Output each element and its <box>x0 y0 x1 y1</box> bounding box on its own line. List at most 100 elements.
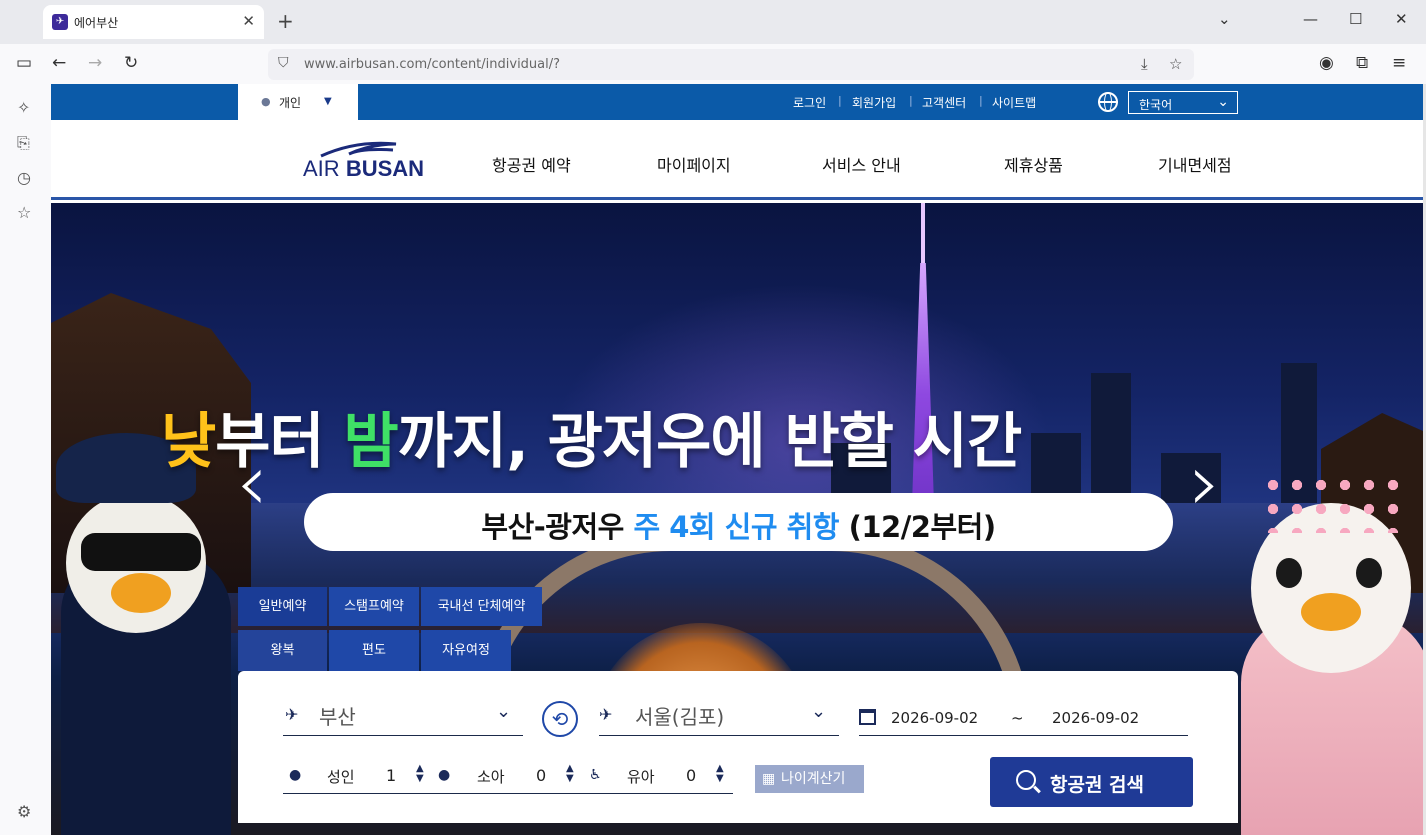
separator: | <box>838 94 842 107</box>
swap-cities-icon[interactable]: ⟲ <box>542 701 578 737</box>
nav-services[interactable]: 서비스 안내 <box>822 152 901 176</box>
carousel-prev-icon[interactable]: ‹ <box>236 443 268 523</box>
calendar-icon[interactable] <box>859 709 876 725</box>
adult-person-icon: ● <box>289 767 302 783</box>
tab-list-chevron-icon[interactable]: ⌄ <box>1218 10 1231 28</box>
menu-icon[interactable]: ≡ <box>1392 53 1406 73</box>
destination-chevron-down-icon[interactable]: ⌄ <box>811 701 826 722</box>
infant-label: 유아 <box>627 768 655 786</box>
nav-mypage[interactable]: 마이페이지 <box>657 152 731 176</box>
adult-label: 성인 <box>327 768 355 786</box>
logo-text: AIR BUSAN <box>303 156 425 181</box>
tab-close-icon[interactable]: ✕ <box>242 12 255 30</box>
tab-stamp-booking[interactable]: 스탬프예약 <box>329 587 419 626</box>
infant-stepper[interactable]: ▲ ▼ <box>716 764 724 784</box>
stroller-icon: ♿ <box>589 767 602 783</box>
depart-date[interactable]: 2026-09-02 <box>891 709 978 727</box>
hero-headline: 낮부터 밤까지, 광저우에 반할 시간 <box>161 407 1022 477</box>
date-underline <box>859 735 1188 736</box>
hanfu-penguin-mascot <box>1231 463 1423 835</box>
new-tab-icon[interactable]: + <box>277 9 294 33</box>
bookmark-star-icon[interactable]: ☆ <box>1169 55 1182 73</box>
child-stepper[interactable]: ▲ ▼ <box>566 764 574 784</box>
synced-tabs-icon[interactable]: ⎘ <box>17 133 30 153</box>
carousel-next-icon[interactable]: › <box>1189 443 1221 523</box>
browser-tab-active[interactable]: ✈ 에어부산 ✕ <box>43 5 264 39</box>
airbusan-favicon-icon: ✈ <box>52 14 68 30</box>
departure-plane-icon: ✈ <box>285 705 299 724</box>
tab-group-booking[interactable]: 국내선 단체예약 <box>421 587 542 626</box>
nav-booking[interactable]: 항공권 예약 <box>492 152 571 176</box>
child-person-icon: ● <box>438 767 451 783</box>
caret-down-icon: ▼ <box>324 96 332 107</box>
url-text[interactable]: www.airbusan.com/content/individual/? <box>304 57 560 72</box>
origin-chevron-down-icon[interactable]: ⌄ <box>496 701 511 722</box>
pilot-penguin-mascot <box>51 433 231 835</box>
globe-icon <box>1098 92 1118 112</box>
reload-icon[interactable]: ↻ <box>124 53 138 73</box>
customer-center-link[interactable]: 고객센터 <box>922 94 966 111</box>
browser-toolbar: ▭ ← → ↻ ⛉ www.airbusan.com/content/indiv… <box>0 44 1426 84</box>
address-bar[interactable]: ⛉ www.airbusan.com/content/individual/? … <box>268 49 1194 80</box>
infant-count[interactable]: 0 <box>686 766 696 785</box>
login-link[interactable]: 로그인 <box>793 94 826 111</box>
minimize-icon[interactable]: — <box>1303 10 1318 28</box>
nav-partners[interactable]: 제휴상품 <box>1004 152 1063 176</box>
separator: | <box>979 94 983 107</box>
history-icon[interactable]: ◷ <box>17 168 31 187</box>
sidebar-toggle-icon[interactable]: ▭ <box>16 53 32 73</box>
language-select[interactable]: 한국어 ⌄ <box>1128 91 1238 114</box>
signup-link[interactable]: 회원가입 <box>852 94 896 111</box>
hero-subtitle: 부산-광저우 주 4회 신규 취항 (12/2부터) <box>481 510 996 544</box>
forward-icon[interactable]: → <box>88 53 102 73</box>
separator: | <box>909 94 913 107</box>
return-date[interactable]: 2026-09-02 <box>1052 709 1139 727</box>
adult-count[interactable]: 1 <box>386 766 396 785</box>
date-separator: ~ <box>1011 709 1024 727</box>
flight-search-button[interactable]: 항공권 검색 <box>990 757 1193 807</box>
flight-search-label: 항공권 검색 <box>1050 774 1145 796</box>
airbusan-logo[interactable]: AIR BUSAN <box>301 138 431 182</box>
destination-underline <box>599 735 839 736</box>
canton-tower-spire <box>921 203 925 268</box>
arrival-plane-icon: ✈ <box>599 705 613 724</box>
chevron-down-icon: ⌄ <box>1217 94 1229 110</box>
page-viewport: ● 개인 ▼ 로그인 | 회원가입 | 고객센터 | 사이트맵 한국어 ⌄ AI… <box>51 84 1423 835</box>
tab-oneway[interactable]: 편도 <box>329 630 419 671</box>
tab-multicity[interactable]: 자유여정 <box>421 630 511 671</box>
browser-tabbar: ✈ 에어부산 ✕ + ⌄ — ☐ ✕ <box>0 0 1426 44</box>
tab-general-booking[interactable]: 일반예약 <box>238 587 327 626</box>
maximize-icon[interactable]: ☐ <box>1349 10 1362 28</box>
ai-chat-icon[interactable]: ✧ <box>17 98 30 117</box>
extensions-icon[interactable]: ⧉ <box>1356 53 1368 73</box>
hero-banner[interactable]: 낮부터 밤까지, 광저우에 반할 시간 부산-광저우 주 4회 신규 취항 (1… <box>51 203 1423 835</box>
persona-selector[interactable]: ● 개인 ▼ <box>238 84 358 120</box>
search-icon <box>1016 770 1036 790</box>
back-icon[interactable]: ← <box>52 53 66 73</box>
adult-stepper[interactable]: ▲ ▼ <box>416 764 424 784</box>
calculator-icon: ▦ <box>762 771 776 787</box>
child-count[interactable]: 0 <box>536 766 546 785</box>
download-icon[interactable]: ⤓ <box>1141 55 1148 73</box>
pax-underline <box>283 793 733 794</box>
window-close-icon[interactable]: ✕ <box>1395 10 1408 28</box>
child-label: 소아 <box>477 768 505 786</box>
age-calculator-label: 나이계산기 <box>781 771 846 787</box>
origin-underline <box>283 735 523 736</box>
tab-roundtrip[interactable]: 왕복 <box>238 630 327 671</box>
main-header: AIR BUSAN 항공권 예약 마이페이지 서비스 안내 제휴상품 기내면세점 <box>51 120 1423 200</box>
tab-title: 에어부산 <box>74 16 119 30</box>
nav-dutyfree[interactable]: 기내면세점 <box>1158 152 1232 176</box>
settings-gear-icon[interactable]: ⚙ <box>17 802 31 821</box>
destination-city[interactable]: 서울(김포) <box>635 701 724 730</box>
utility-bar: ● 개인 ▼ 로그인 | 회원가입 | 고객센터 | 사이트맵 한국어 ⌄ <box>51 84 1423 120</box>
shield-icon[interactable]: ⛉ <box>278 55 289 71</box>
hero-subtitle-pill: 부산-광저우 주 4회 신규 취항 (12/2부터) <box>304 493 1173 551</box>
person-icon: ● <box>261 95 271 108</box>
sitemap-link[interactable]: 사이트맵 <box>992 94 1036 111</box>
bookmarks-icon[interactable]: ☆ <box>17 203 31 222</box>
account-icon[interactable]: ◉ <box>1319 53 1334 73</box>
booking-panel: ✈ 부산 ⌄ ⟲ ✈ 서울(김포) ⌄ 2026-09-02 ~ 2026-09… <box>238 671 1238 823</box>
age-calculator-button[interactable]: ▦ 나이계산기 <box>755 765 864 793</box>
origin-city[interactable]: 부산 <box>319 701 356 730</box>
